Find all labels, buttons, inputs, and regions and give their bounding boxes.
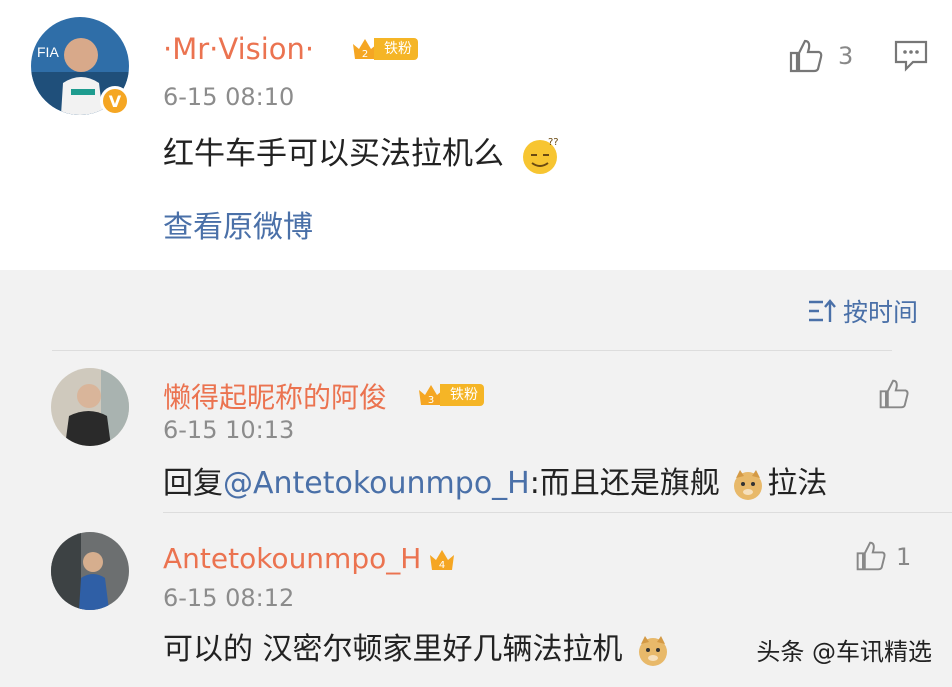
like-icon[interactable] bbox=[878, 378, 910, 410]
post-text: 红牛车手可以买法拉机么 bbox=[163, 136, 504, 172]
fan-badge-label: 铁粉 bbox=[440, 384, 484, 406]
svg-text:2: 2 bbox=[362, 49, 368, 60]
comment-icon[interactable] bbox=[894, 40, 928, 72]
sort-icon bbox=[808, 299, 836, 322]
crown-level-icon: 4 bbox=[430, 550, 454, 571]
comment-avatar[interactable] bbox=[51, 532, 129, 610]
svg-text:4: 4 bbox=[439, 560, 445, 571]
fan-badge[interactable]: 3 铁粉 bbox=[416, 380, 484, 410]
verified-badge-icon: V bbox=[100, 86, 130, 116]
sort-by-time-button[interactable]: 按时间 bbox=[807, 293, 918, 329]
comment-timestamp: 6-15 10:13 bbox=[163, 416, 295, 444]
like-icon[interactable] bbox=[788, 38, 824, 74]
view-original-link[interactable]: 查看原微博 bbox=[163, 202, 313, 246]
fan-badge[interactable]: 4 bbox=[427, 545, 457, 575]
section-divider bbox=[52, 350, 892, 351]
fan-badge-label: 铁粉 bbox=[374, 38, 418, 60]
fan-badge[interactable]: 2 铁粉 bbox=[350, 34, 418, 64]
doge-emoji-icon bbox=[734, 469, 763, 500]
sort-label: 按时间 bbox=[842, 298, 918, 327]
post-username[interactable]: ·Mr·Vision· bbox=[163, 32, 314, 66]
comment-like-count: 1 bbox=[896, 543, 912, 571]
svg-text:FIA: FIA bbox=[37, 44, 59, 60]
comment-username[interactable]: 懒得起昵称的阿俊 bbox=[163, 376, 387, 416]
comment-content: 可以的 汉密尔顿家里好几辆法拉机 bbox=[163, 624, 670, 668]
smirk-emoji-icon: ?? bbox=[522, 137, 559, 174]
comment-timestamp: 6-15 08:12 bbox=[163, 584, 295, 612]
mention-link[interactable]: @Antetokounmpo_H bbox=[223, 466, 530, 501]
watermark: 头条 @车讯精选 bbox=[756, 638, 932, 666]
svg-text:??: ?? bbox=[548, 137, 559, 148]
comment-text: 可以的 汉密尔顿家里好几辆法拉机 bbox=[163, 632, 623, 667]
post-like-count: 3 bbox=[838, 42, 854, 70]
main-post: FIA V ·Mr·Vision· 2 铁粉 6-15 08:10 红牛车手可以… bbox=[0, 0, 952, 270]
comment-avatar[interactable] bbox=[51, 368, 129, 446]
post-content: 红牛车手可以买法拉机么 ?? bbox=[163, 128, 562, 177]
comment-text: :而且还是旗舰 bbox=[529, 466, 720, 501]
comment-username[interactable]: Antetokounmpo_H bbox=[163, 542, 421, 575]
post-timestamp: 6-15 08:10 bbox=[163, 83, 295, 111]
reply-prefix: 回复 bbox=[163, 466, 223, 501]
like-icon[interactable] bbox=[855, 540, 887, 572]
svg-text:3: 3 bbox=[428, 395, 434, 406]
comment-suffix: 拉法 bbox=[767, 466, 828, 501]
comment-divider bbox=[163, 512, 952, 513]
comment-content: 回复@Antetokounmpo_H:而且还是旗舰 拉法 bbox=[163, 458, 827, 502]
doge-emoji-icon bbox=[639, 635, 668, 666]
